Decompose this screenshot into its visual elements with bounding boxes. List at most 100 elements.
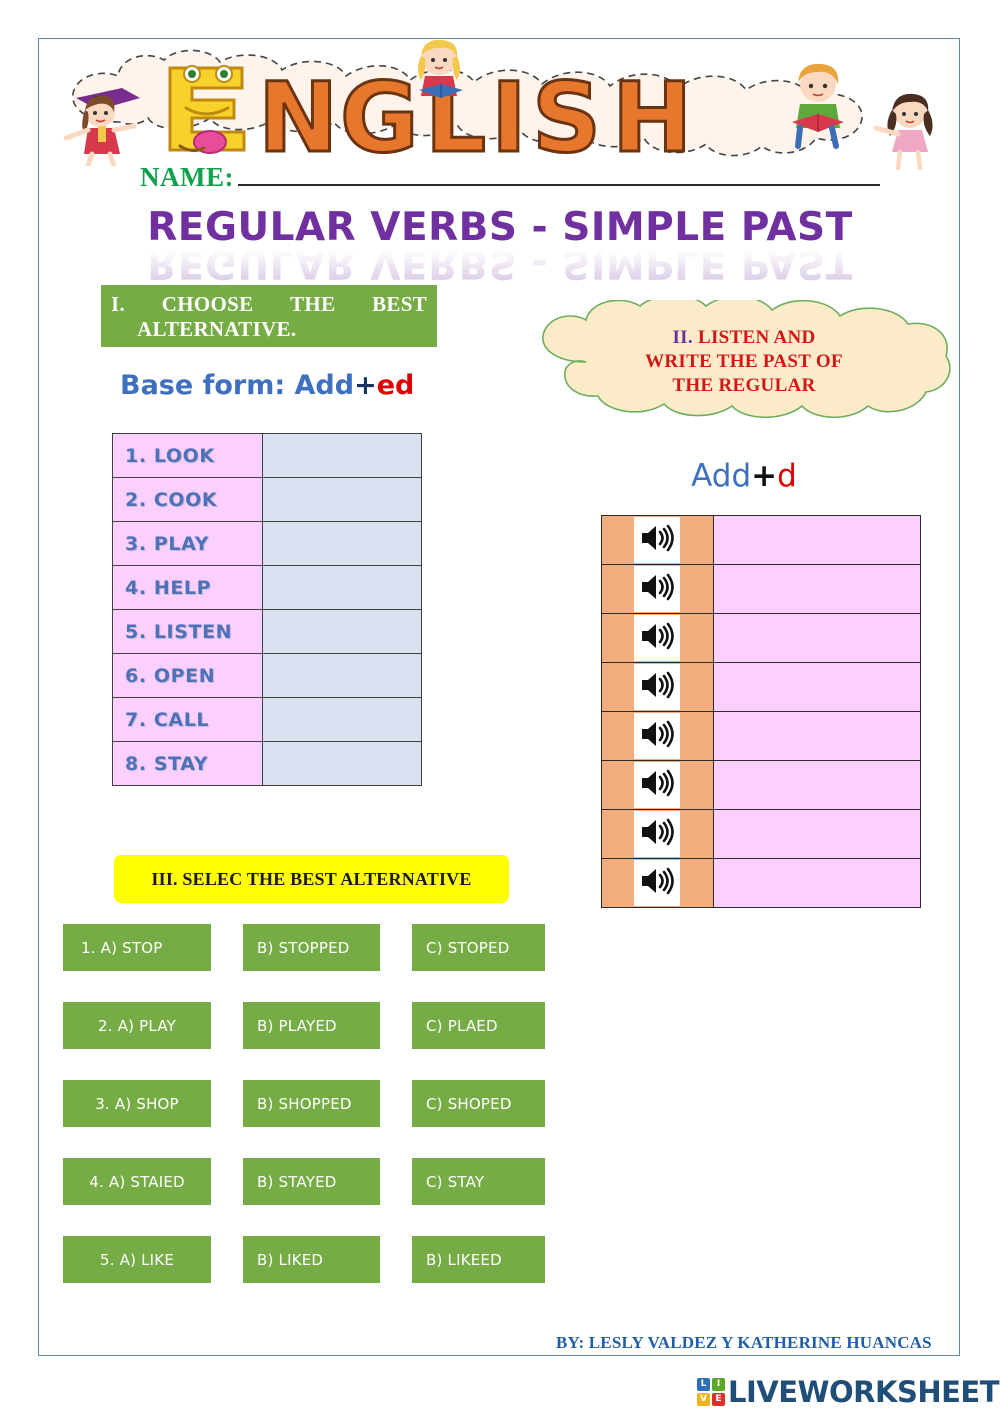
option-4-b[interactable]: B) STAYED: [243, 1158, 380, 1205]
audio-play-cell[interactable]: [601, 858, 714, 908]
multiple-choice-grid: 1. A) STOP B) STOPPED C) STOPED 2. A) PL…: [63, 924, 583, 1314]
audio-play-cell[interactable]: [601, 760, 714, 810]
verb-label: 3. PLAY: [112, 521, 263, 566]
speaker-icon[interactable]: [634, 517, 681, 563]
option-2-b[interactable]: B) PLAYED: [243, 1002, 380, 1049]
section-1-heading-line2: ALTERNATIVE.: [137, 317, 297, 341]
verb-label: 5. LISTEN: [112, 609, 263, 654]
table-row: [601, 711, 922, 761]
option-1-c[interactable]: C) STOPED: [412, 924, 545, 971]
verb-label: 6. OPEN: [112, 653, 263, 698]
option-4-c[interactable]: C) STAY: [412, 1158, 545, 1205]
verb-answer-input[interactable]: [261, 565, 423, 610]
audio-play-cell[interactable]: [601, 662, 714, 712]
table-row: [601, 613, 922, 663]
name-row: NAME:: [140, 162, 880, 196]
section-2-heading-line1: II. LISTEN AND: [528, 326, 960, 350]
speaker-icon[interactable]: [634, 664, 681, 710]
table-row: [601, 809, 922, 859]
table-row: 5. LISTEN: [112, 609, 423, 654]
section-1-word-choose: CHOOSE: [161, 292, 254, 316]
option-3-b[interactable]: B) SHOPPED: [243, 1080, 380, 1127]
kid-graduate-icon: [63, 88, 140, 166]
verb-table: 1. LOOK 2. COOK 3. PLAY 4. HELP 5. LISTE…: [112, 433, 423, 786]
speaker-icon[interactable]: [634, 762, 681, 808]
section-1-rule-prefix: Base form: Add: [120, 370, 355, 401]
table-row: 7. CALL: [112, 697, 423, 742]
section-2-rule-prefix: Add: [691, 458, 752, 494]
author-byline: BY: LESLY VALDEZ Y KATHERINE HUANCAS: [556, 1333, 932, 1352]
section-2-number: II.: [672, 327, 693, 348]
question-row: 2. A) PLAY B) PLAYED C) PLAED: [63, 1002, 583, 1049]
table-row: 3. PLAY: [112, 521, 423, 566]
listen-answer-input[interactable]: [712, 515, 922, 565]
audio-play-cell[interactable]: [601, 515, 714, 565]
verb-answer-input[interactable]: [261, 609, 423, 654]
table-row: [601, 564, 922, 614]
listen-table: [601, 515, 922, 908]
option-5-b[interactable]: B) LIKED: [243, 1236, 380, 1283]
listen-answer-input[interactable]: [712, 858, 922, 908]
option-1-a[interactable]: 1. A) STOP: [63, 924, 211, 971]
logo-letter-h: H: [610, 62, 693, 174]
speaker-icon[interactable]: [634, 811, 681, 857]
option-5-c[interactable]: B) LIKEED: [412, 1236, 545, 1283]
verb-answer-input[interactable]: [261, 433, 423, 478]
listen-answer-input[interactable]: [712, 809, 922, 859]
verb-answer-input[interactable]: [261, 653, 423, 698]
verb-answer-input[interactable]: [261, 477, 423, 522]
logo-letter-n: N: [256, 62, 339, 174]
listen-answer-input[interactable]: [712, 760, 922, 810]
english-header-banner: N G L I S H: [40, 39, 960, 174]
table-row: 4. HELP: [112, 565, 423, 610]
table-row: 1. LOOK: [112, 433, 423, 478]
table-row: 6. OPEN: [112, 653, 423, 698]
section-1-word-the: THE: [290, 292, 336, 316]
verb-answer-input[interactable]: [261, 741, 423, 786]
audio-play-cell[interactable]: [601, 809, 714, 859]
audio-play-cell[interactable]: [601, 564, 714, 614]
liveworksheets-logo: L I V E LIVEWORKSHEETS: [697, 1375, 1000, 1409]
option-5-a[interactable]: 5. A) LIKE: [63, 1236, 211, 1283]
section-2-heading-line3: THE REGULAR: [672, 375, 816, 396]
kid-reading-top-icon: [418, 39, 463, 98]
audio-play-cell[interactable]: [601, 613, 714, 663]
option-1-b[interactable]: B) STOPPED: [243, 924, 380, 971]
section-2-rule-suffix: d: [777, 458, 797, 494]
listen-answer-input[interactable]: [712, 711, 922, 761]
logo-letter-i: I: [490, 62, 529, 174]
speaker-icon[interactable]: [634, 615, 681, 661]
option-3-c[interactable]: C) SHOPED: [412, 1080, 545, 1127]
section-2-heading-line2: WRITE THE PAST OF: [645, 351, 843, 372]
option-2-a[interactable]: 2. A) PLAY: [63, 1002, 211, 1049]
section-2-heading-line1-text: LISTEN AND: [697, 327, 816, 348]
section-3-heading-text: III. SELEC THE BEST ALTERNATIVE: [151, 868, 472, 889]
name-input-line[interactable]: [237, 162, 880, 186]
speaker-icon[interactable]: [634, 566, 681, 612]
page-title: REGULAR VERBS - SIMPLE PAST REGULAR VERB…: [0, 208, 1000, 286]
verb-label: 8. STAY: [112, 741, 263, 786]
question-row: 3. A) SHOP B) SHOPPED C) SHOPED: [63, 1080, 583, 1127]
table-row: [601, 760, 922, 810]
section-1-rule-plus: +: [354, 370, 377, 401]
option-3-a[interactable]: 3. A) SHOP: [63, 1080, 211, 1127]
question-row: 1. A) STOP B) STOPPED C) STOPED: [63, 924, 583, 971]
name-label: NAME:: [140, 162, 234, 192]
verb-answer-input[interactable]: [261, 697, 423, 742]
speaker-icon[interactable]: [634, 860, 681, 906]
kid-reading-right-icon: [792, 63, 844, 149]
listen-answer-input[interactable]: [712, 564, 922, 614]
audio-play-cell[interactable]: [601, 711, 714, 761]
listen-answer-input[interactable]: [712, 613, 922, 663]
table-row: 2. COOK: [112, 477, 423, 522]
listen-answer-input[interactable]: [712, 662, 922, 712]
section-1-heading-line1: I. CHOOSE THE BEST ALTERNATIVE.: [111, 292, 427, 342]
option-4-a[interactable]: 4. A) STAIED: [63, 1158, 211, 1205]
logo-tile-i: I: [712, 1378, 725, 1391]
kid-pink-icon: [873, 93, 933, 170]
verb-label: 1. LOOK: [112, 433, 263, 478]
section-1-number: I.: [111, 292, 126, 316]
verb-answer-input[interactable]: [261, 521, 423, 566]
option-2-c[interactable]: C) PLAED: [412, 1002, 545, 1049]
speaker-icon[interactable]: [634, 713, 681, 759]
